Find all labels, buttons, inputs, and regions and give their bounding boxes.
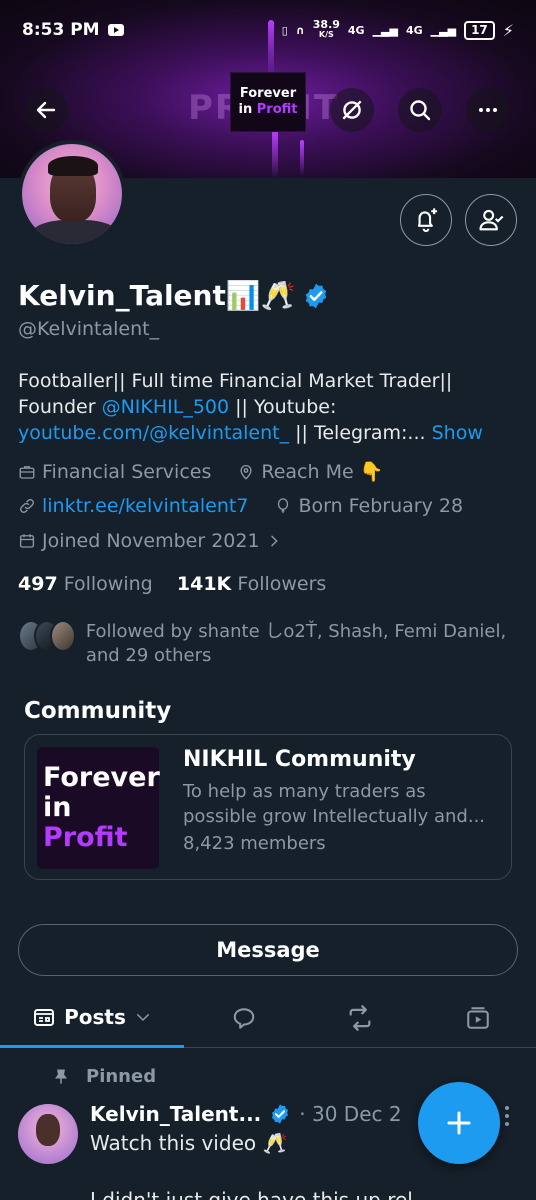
chevron-right-icon <box>270 535 278 547</box>
vibrate-icon: ▯ <box>281 23 288 37</box>
community-title: NIKHIL Community <box>183 747 416 772</box>
charging-icon: ⚡ <box>502 20 514 40</box>
back-arrow-icon <box>36 101 56 119</box>
bell-plus-icon <box>417 208 438 233</box>
tab-media[interactable] <box>452 988 504 1048</box>
followed-by-row[interactable]: Followed by shante しo2Ť, Shash, Femi Dan… <box>18 620 518 668</box>
profile-name: Kelvin_Talent📊🥂 <box>18 279 296 312</box>
tab-posts-label: Posts <box>64 1004 126 1029</box>
post-header: Kelvin_Talent... · 30 Dec 2 <box>90 1102 402 1126</box>
tab-posts[interactable]: Posts <box>0 988 184 1048</box>
battery-icon: 17 <box>464 20 495 40</box>
tab-replies[interactable] <box>218 988 270 1048</box>
post-author-avatar[interactable] <box>18 1104 78 1164</box>
banner-logo: Forever in Profit <box>230 72 306 132</box>
followed-by-text: Followed by shante しo2Ť, Shash, Femi Dan… <box>85 621 507 666</box>
followers-count-link[interactable]: 141K Followers <box>177 573 326 595</box>
plus-icon <box>447 1111 471 1135</box>
following-status-button[interactable] <box>465 194 517 246</box>
profile-category: Financial Services <box>42 460 212 483</box>
profile-website-link[interactable]: linktr.ee/kelvintalent7 <box>42 495 248 517</box>
bio-mention-link[interactable]: @NIKHIL_500 <box>102 396 230 418</box>
status-time: 8:53 PM <box>22 20 100 40</box>
profile-name-row: Kelvin_Talent📊🥂 <box>18 279 330 312</box>
user-check-icon <box>479 209 504 231</box>
briefcase-icon <box>19 465 35 479</box>
community-logo: Forever in Profit <box>37 747 160 869</box>
post-text-continued: I didn't just give have this up rel... <box>90 1188 432 1200</box>
video-icon <box>467 1007 489 1029</box>
pinned-label: Pinned <box>86 1066 157 1087</box>
follow-counts: 497 Following 141K Followers <box>18 573 326 595</box>
post-date: · 30 Dec 2 <box>299 1102 402 1126</box>
vertical-more-icon <box>505 1106 509 1126</box>
message-button[interactable]: Message <box>18 924 518 976</box>
notifications-button[interactable] <box>400 194 452 246</box>
post-author-name[interactable]: Kelvin_Talent... <box>90 1102 261 1126</box>
pin-icon <box>55 1069 67 1084</box>
location-icon <box>240 464 252 480</box>
grok-button[interactable] <box>330 88 374 132</box>
profile-meta-row-2: linktr.ee/kelvintalent7 Born February 28 <box>18 495 463 517</box>
banner-streak <box>272 130 278 178</box>
status-icons: ▯ ∩ 38.9 K/S 4G ▁▃▅ 4G ▁▃▅ 17 ⚡ <box>281 18 514 40</box>
headphone-icon: ∩ <box>295 23 305 37</box>
community-members: 8,423 members <box>183 833 326 854</box>
pinned-indicator: Pinned <box>52 1066 156 1087</box>
profile-location: Reach Me 👇 <box>261 461 384 483</box>
chevron-down-icon <box>136 1013 149 1021</box>
community-card[interactable]: Forever in Profit NIKHIL Community To he… <box>24 734 512 880</box>
calendar-icon <box>19 534 35 548</box>
profile-tabs: Posts <box>0 988 536 1048</box>
follower-avatar <box>49 620 76 652</box>
repost-icon <box>349 1005 371 1031</box>
banner-streak <box>300 140 304 176</box>
signal-icon-2: ▁▃▅ <box>430 23 457 37</box>
reply-icon <box>233 1008 255 1029</box>
verified-badge-icon <box>272 1104 289 1124</box>
network-speed: 38.9 K/S <box>312 18 340 39</box>
community-heading: Community <box>24 698 172 724</box>
more-options-button[interactable] <box>466 88 510 132</box>
status-bar: 8:53 PM ▯ ∩ 38.9 K/S 4G ▁▃▅ 4G ▁▃▅ 17 ⚡ <box>0 0 536 60</box>
post-text: Watch this video 🥂 <box>90 1131 288 1155</box>
following-count-link[interactable]: 497 Following <box>18 573 153 595</box>
profile-bio: Footballer|| Full time Financial Market … <box>18 370 483 444</box>
signal-icon: ▁▃▅ <box>372 23 398 37</box>
link-icon <box>20 499 34 513</box>
network-type-1: 4G <box>347 23 365 37</box>
bio-show-more[interactable]: Show <box>432 422 483 444</box>
youtube-notification-icon <box>107 24 124 36</box>
compose-post-button[interactable] <box>418 1082 500 1164</box>
community-description: To help as many traders as possible grow… <box>183 781 486 827</box>
grok-icon <box>342 100 362 120</box>
verified-badge-icon <box>305 283 326 308</box>
balloon-icon <box>278 498 289 514</box>
posts-icon <box>34 1008 55 1026</box>
bio-youtube-link[interactable]: youtube.com/@kelvintalent_ <box>18 422 289 444</box>
profile-meta-row-1: Financial Services Reach Me 👇 <box>18 460 383 483</box>
post-more-button[interactable] <box>502 1104 512 1132</box>
profile-joined: Joined November 2021 <box>42 530 260 552</box>
search-icon <box>410 100 431 121</box>
profile-avatar[interactable] <box>18 140 126 248</box>
profile-birthday: Born February 28 <box>298 495 464 517</box>
more-icon <box>479 108 497 112</box>
profile-meta-row-3[interactable]: Joined November 2021 <box>18 530 282 552</box>
profile-handle: @Kelvintalent_ <box>18 318 160 340</box>
back-button[interactable] <box>24 88 68 132</box>
search-button[interactable] <box>398 88 442 132</box>
tab-reposts[interactable] <box>334 988 386 1048</box>
network-type-2: 4G <box>405 23 423 37</box>
